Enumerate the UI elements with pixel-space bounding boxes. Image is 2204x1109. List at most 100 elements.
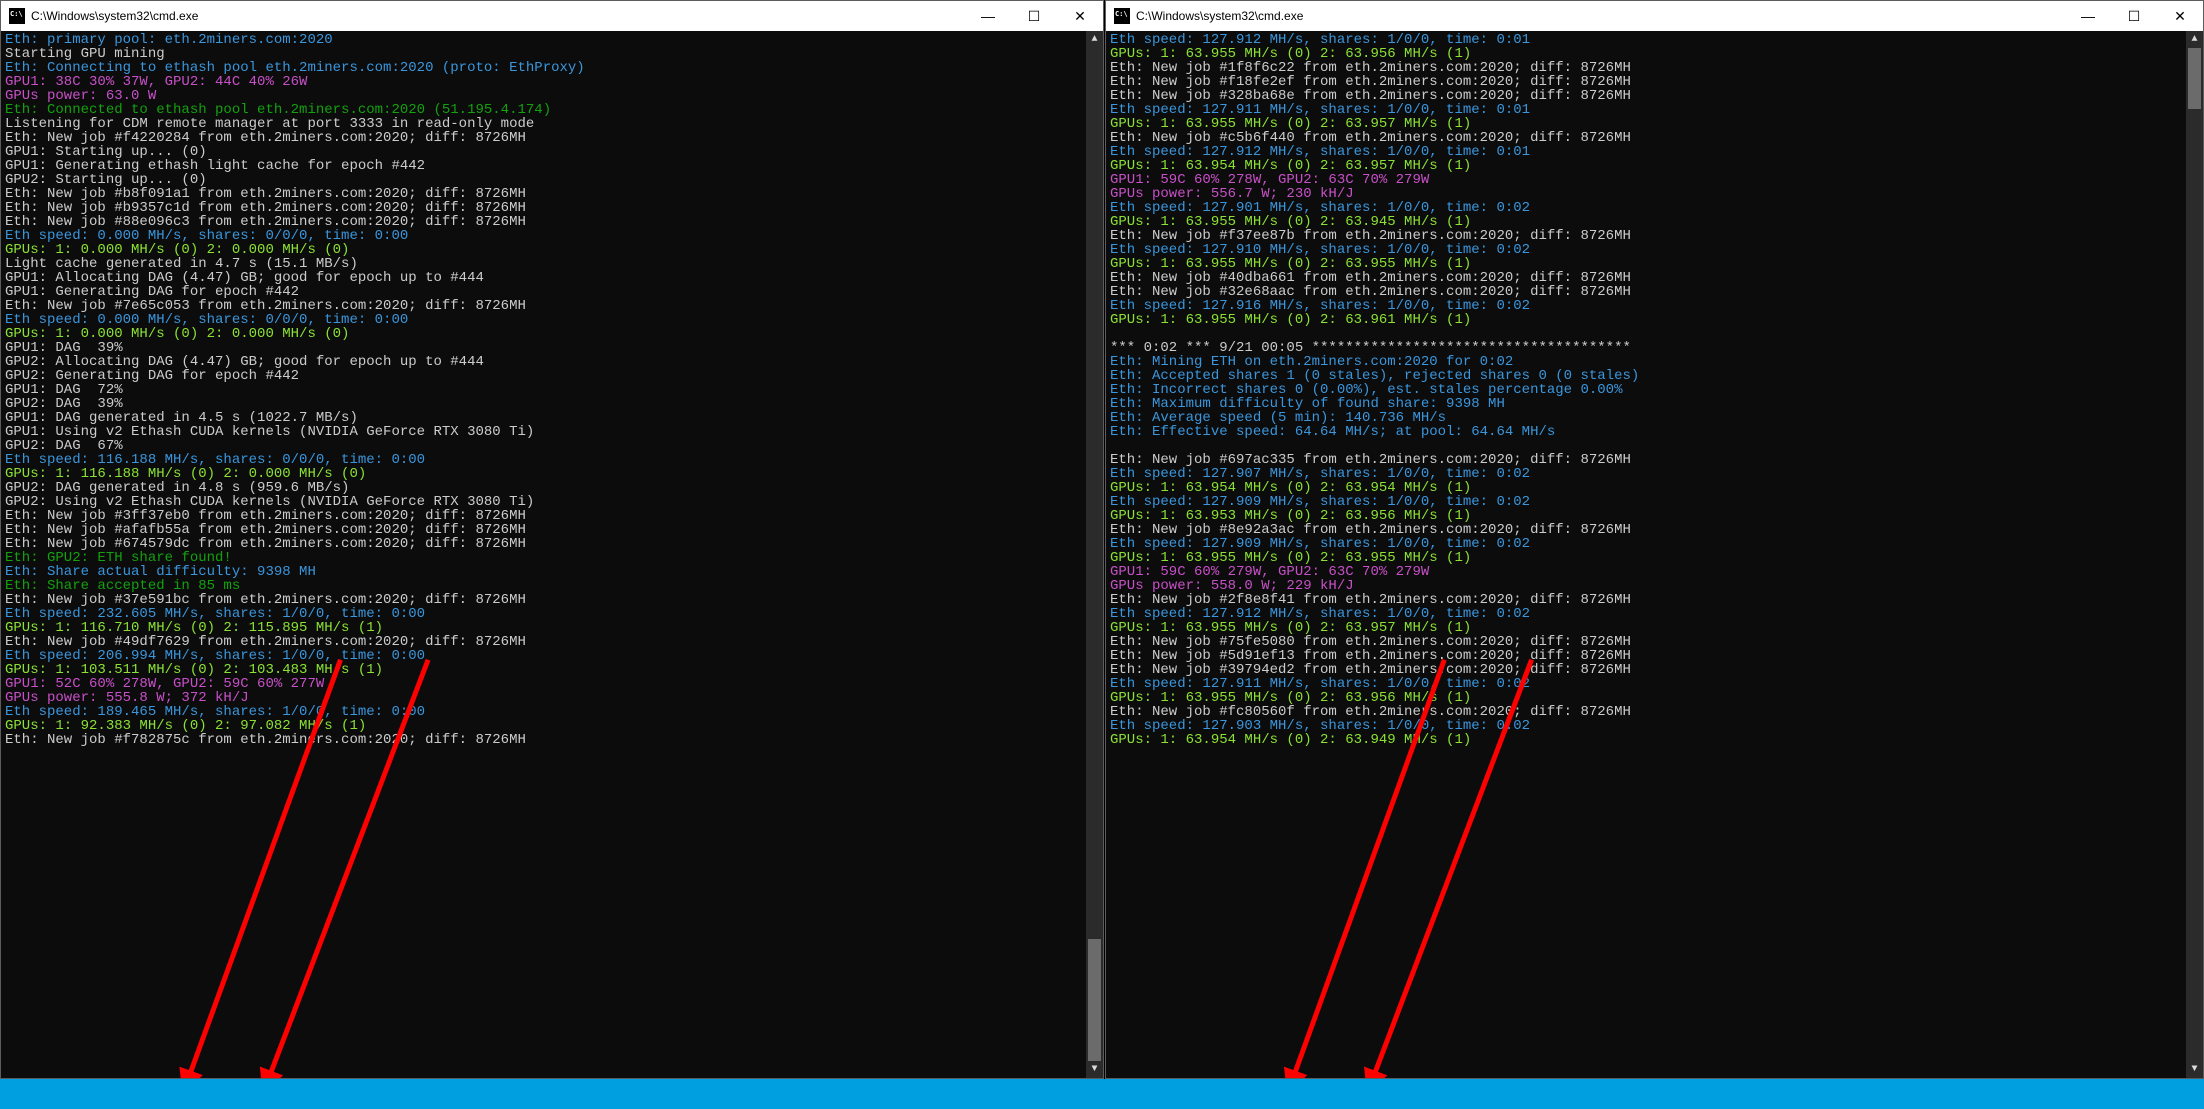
maximize-button[interactable]: ☐ [2111, 1, 2157, 31]
terminal-output-right[interactable]: Eth speed: 127.912 MH/s, shares: 1/0/0, … [1106, 31, 2203, 1078]
terminal-line [1110, 327, 2203, 341]
terminal-line: Eth: Connected to ethash pool eth.2miner… [5, 103, 1103, 117]
terminal-line: GPU2: Generating DAG for epoch #442 [5, 369, 1103, 383]
terminal-line: GPUs: 1: 63.954 MH/s (0) 2: 63.954 MH/s … [1110, 481, 2203, 495]
terminal-line: Eth: Share actual difficulty: 9398 MH [5, 565, 1103, 579]
terminal-line: GPU1: DAG generated in 4.5 s (1022.7 MB/… [5, 411, 1103, 425]
scroll-up-icon[interactable]: ▲ [1086, 31, 1103, 48]
terminal-line: Eth speed: 127.916 MH/s, shares: 1/0/0, … [1110, 299, 2203, 313]
terminal-line: Eth speed: 127.911 MH/s, shares: 1/0/0, … [1110, 103, 2203, 117]
cmd-window-left: C:\Windows\system32\cmd.exe — ☐ ✕ Eth: p… [0, 0, 1104, 1079]
titlebar-left[interactable]: C:\Windows\system32\cmd.exe — ☐ ✕ [1, 1, 1103, 31]
terminal-line: Eth: New job #37e591bc from eth.2miners.… [5, 593, 1103, 607]
terminal-line: Eth: New job #32e68aac from eth.2miners.… [1110, 285, 2203, 299]
minimize-button[interactable]: — [2065, 1, 2111, 31]
terminal-line: GPUs: 1: 63.955 MH/s (0) 2: 63.957 MH/s … [1110, 621, 2203, 635]
terminal-line: Eth: GPU2: ETH share found! [5, 551, 1103, 565]
terminal-line: GPU1: 38C 30% 37W, GPU2: 44C 40% 26W [5, 75, 1103, 89]
terminal-line: Eth: Accepted shares 1 (0 stales), rejec… [1110, 369, 2203, 383]
terminal-line: Eth: New job #f37ee87b from eth.2miners.… [1110, 229, 2203, 243]
terminal-line: GPUs power: 556.7 W; 230 kH/J [1110, 187, 2203, 201]
scroll-up-icon[interactable]: ▲ [2186, 31, 2203, 48]
terminal-line: Eth: New job #674579dc from eth.2miners.… [5, 537, 1103, 551]
terminal-line: Starting GPU mining [5, 47, 1103, 61]
scroll-down-icon[interactable]: ▼ [1086, 1061, 1103, 1078]
close-button[interactable]: ✕ [1057, 1, 1103, 31]
terminal-line: *** 0:02 *** 9/21 00:05 ****************… [1110, 341, 2203, 355]
window-title: C:\Windows\system32\cmd.exe [31, 9, 965, 23]
cmd-icon [9, 8, 25, 24]
scroll-down-icon[interactable]: ▼ [2186, 1061, 2203, 1078]
terminal-line: Eth: New job #40dba661 from eth.2miners.… [1110, 271, 2203, 285]
terminal-line: Eth speed: 127.910 MH/s, shares: 1/0/0, … [1110, 243, 2203, 257]
maximize-button[interactable]: ☐ [1011, 1, 1057, 31]
terminal-line: Eth: Effective speed: 64.64 MH/s; at poo… [1110, 425, 2203, 439]
terminal-line: GPU1: Generating DAG for epoch #442 [5, 285, 1103, 299]
terminal-line: Eth: New job #f782875c from eth.2miners.… [5, 733, 1103, 747]
terminal-line: Eth: New job #328ba68e from eth.2miners.… [1110, 89, 2203, 103]
terminal-line: GPU1: Allocating DAG (4.47) GB; good for… [5, 271, 1103, 285]
terminal-line: Eth speed: 127.907 MH/s, shares: 1/0/0, … [1110, 467, 2203, 481]
terminal-line: Eth: New job #b9357c1d from eth.2miners.… [5, 201, 1103, 215]
terminal-line: Eth speed: 189.465 MH/s, shares: 1/0/0, … [5, 705, 1103, 719]
scrollbar[interactable]: ▲ ▼ [2186, 31, 2203, 1078]
terminal-line: Eth: Incorrect shares 0 (0.00%), est. st… [1110, 383, 2203, 397]
terminal-line: Eth speed: 116.188 MH/s, shares: 0/0/0, … [5, 453, 1103, 467]
terminal-line: GPU1: Generating ethash light cache for … [5, 159, 1103, 173]
cmd-window-right: C:\Windows\system32\cmd.exe — ☐ ✕ Eth sp… [1105, 0, 2204, 1079]
taskbar[interactable] [0, 1079, 2204, 1109]
terminal-line: GPU1: 59C 60% 278W, GPU2: 63C 70% 279W [1110, 173, 2203, 187]
terminal-line: Eth speed: 232.605 MH/s, shares: 1/0/0, … [5, 607, 1103, 621]
terminal-line: GPUs: 1: 116.710 MH/s (0) 2: 115.895 MH/… [5, 621, 1103, 635]
terminal-line: Eth speed: 127.912 MH/s, shares: 1/0/0, … [1110, 33, 2203, 47]
scroll-thumb[interactable] [1088, 939, 1101, 1061]
terminal-line: Eth: New job #8e92a3ac from eth.2miners.… [1110, 523, 2203, 537]
terminal-line: GPUs power: 63.0 W [5, 89, 1103, 103]
terminal-line: Eth: New job #88e096c3 from eth.2miners.… [5, 215, 1103, 229]
terminal-line: Eth: New job #697ac335 from eth.2miners.… [1110, 453, 2203, 467]
terminal-line: Eth speed: 206.994 MH/s, shares: 1/0/0, … [5, 649, 1103, 663]
terminal-line: GPUs power: 558.0 W; 229 kH/J [1110, 579, 2203, 593]
terminal-line: Eth speed: 127.912 MH/s, shares: 1/0/0, … [1110, 607, 2203, 621]
terminal-line: GPUs: 1: 63.955 MH/s (0) 2: 63.957 MH/s … [1110, 117, 2203, 131]
terminal-line: GPU2: DAG 67% [5, 439, 1103, 453]
terminal-line: Eth speed: 127.911 MH/s, shares: 1/0/0, … [1110, 677, 2203, 691]
terminal-line: Eth: New job #75fe5080 from eth.2miners.… [1110, 635, 2203, 649]
terminal-line: Eth: New job #b8f091a1 from eth.2miners.… [5, 187, 1103, 201]
terminal-line: Eth: New job #c5b6f440 from eth.2miners.… [1110, 131, 2203, 145]
minimize-button[interactable]: — [965, 1, 1011, 31]
terminal-line: Eth: New job #f18fe2ef from eth.2miners.… [1110, 75, 2203, 89]
terminal-line: GPU1: DAG 39% [5, 341, 1103, 355]
terminal-line: Eth: Mining ETH on eth.2miners.com:2020 … [1110, 355, 2203, 369]
terminal-line: Eth speed: 127.909 MH/s, shares: 1/0/0, … [1110, 495, 2203, 509]
terminal-line: Eth speed: 127.901 MH/s, shares: 1/0/0, … [1110, 201, 2203, 215]
terminal-line: Eth: New job #49df7629 from eth.2miners.… [5, 635, 1103, 649]
terminal-line: Eth: New job #f4220284 from eth.2miners.… [5, 131, 1103, 145]
terminal-line: Eth: New job #1f8f6c22 from eth.2miners.… [1110, 61, 2203, 75]
terminal-line: Eth speed: 127.909 MH/s, shares: 1/0/0, … [1110, 537, 2203, 551]
terminal-line: Light cache generated in 4.7 s (15.1 MB/… [5, 257, 1103, 271]
terminal-line: GPUs: 1: 63.954 MH/s (0) 2: 63.949 MH/s … [1110, 733, 2203, 747]
terminal-line: Eth: Maximum difficulty of found share: … [1110, 397, 2203, 411]
terminal-line [1110, 439, 2203, 453]
close-button[interactable]: ✕ [2157, 1, 2203, 31]
scrollbar[interactable]: ▲ ▼ [1086, 31, 1103, 1078]
terminal-line: GPUs: 1: 63.955 MH/s (0) 2: 63.961 MH/s … [1110, 313, 2203, 327]
terminal-line: Eth: New job #7e65c053 from eth.2miners.… [5, 299, 1103, 313]
terminal-line: Eth: primary pool: eth.2miners.com:2020 [5, 33, 1103, 47]
terminal-line: GPUs: 1: 63.955 MH/s (0) 2: 63.955 MH/s … [1110, 551, 2203, 565]
terminal-line: GPU2: Using v2 Ethash CUDA kernels (NVID… [5, 495, 1103, 509]
terminal-line: Eth: New job #5d91ef13 from eth.2miners.… [1110, 649, 2203, 663]
terminal-output-left[interactable]: Eth: primary pool: eth.2miners.com:2020S… [1, 31, 1103, 1078]
terminal-line: GPU2: DAG generated in 4.8 s (959.6 MB/s… [5, 481, 1103, 495]
terminal-line: GPUs: 1: 116.188 MH/s (0) 2: 0.000 MH/s … [5, 467, 1103, 481]
terminal-line: Eth: New job #3ff37eb0 from eth.2miners.… [5, 509, 1103, 523]
terminal-line: Eth: Average speed (5 min): 140.736 MH/s [1110, 411, 2203, 425]
terminal-line: Eth speed: 127.912 MH/s, shares: 1/0/0, … [1110, 145, 2203, 159]
terminal-line: GPUs power: 555.8 W; 372 kH/J [5, 691, 1103, 705]
titlebar-right[interactable]: C:\Windows\system32\cmd.exe — ☐ ✕ [1106, 1, 2203, 31]
terminal-line: GPUs: 1: 63.955 MH/s (0) 2: 63.945 MH/s … [1110, 215, 2203, 229]
terminal-line: Eth: Share accepted in 85 ms [5, 579, 1103, 593]
terminal-line: Eth speed: 127.903 MH/s, shares: 1/0/0, … [1110, 719, 2203, 733]
scroll-thumb[interactable] [2188, 48, 2201, 109]
